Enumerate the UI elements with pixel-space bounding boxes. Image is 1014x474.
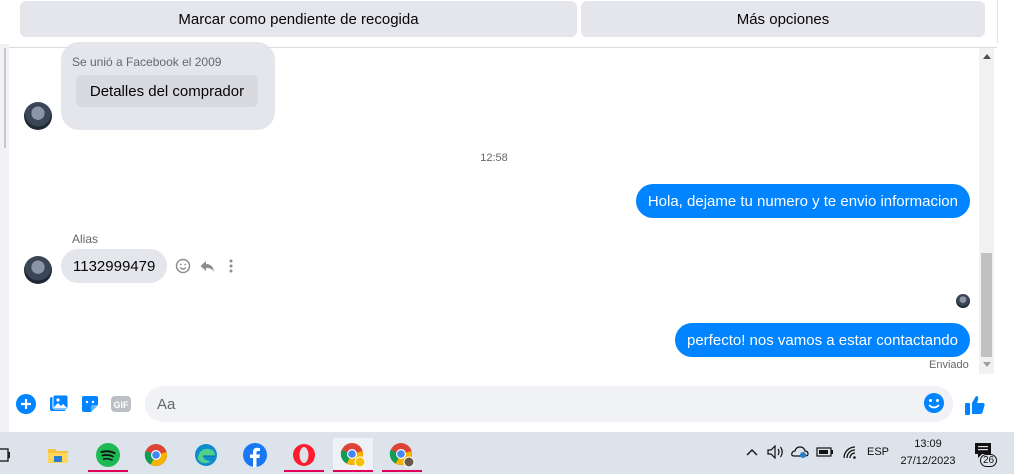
scroll-up-arrow[interactable] [983,54,991,59]
add-plus-icon[interactable] [15,393,37,415]
buyer-info-card: Se unió a Facebook el 2009 Detalles del … [61,42,275,130]
more-actions-icon[interactable] [223,258,239,274]
joined-facebook-text: Se unió a Facebook el 2009 [72,55,222,69]
message-input[interactable] [145,386,953,422]
chrome-icon[interactable] [136,438,176,472]
message-composer: GIF [9,380,997,428]
running-indicator [284,470,324,472]
spotify-icon[interactable] [88,438,128,472]
opera-icon[interactable] [284,438,324,472]
gif-icon[interactable]: GIF [110,393,132,415]
facebook-icon[interactable] [235,438,275,472]
show-hidden-icons-chevron-icon[interactable] [744,442,760,462]
clock-date: 27/12/2023 [900,455,956,467]
sender-name: Alias [72,232,99,246]
notification-center-icon[interactable]: 26 [970,442,1000,467]
messenger-window: Marcar como pendiente de recogida Más op… [0,0,1014,474]
react-icon[interactable] [175,258,191,274]
volume-icon[interactable] [766,442,786,462]
task-view-icon[interactable] [0,438,18,472]
emoji-icon[interactable] [923,392,945,414]
conversation-scrollbar[interactable] [979,48,994,374]
message-status: Enviado [929,359,969,371]
running-indicator [333,470,373,472]
like-thumb-icon[interactable] [962,392,988,418]
buyer-avatar[interactable] [24,102,52,130]
buyer-avatar[interactable] [24,256,52,284]
chrome-profile-icon[interactable] [382,438,422,472]
running-indicator [88,470,128,472]
outgoing-message[interactable]: perfecto! nos vamos a estar contactando [675,323,970,357]
system-clock[interactable]: 13:09 27/12/2023 [894,436,962,470]
chrome-profile-icon[interactable] [333,438,373,472]
scrollbar-thumb[interactable] [981,253,992,357]
clock-time: 13:09 [914,438,942,450]
outgoing-message[interactable]: Hola, dejame tu numero y te envio inform… [635,184,970,218]
conversation-area: Se unió a Facebook el 2009 Detalles del … [9,42,997,380]
running-indicator [382,470,422,472]
language-indicator[interactable]: ESP [864,442,892,462]
scroll-down-arrow[interactable] [983,362,991,367]
buyer-details-button[interactable]: Detalles del comprador [76,75,258,107]
left-edge [0,0,9,432]
edge-icon[interactable] [186,438,226,472]
notification-count-badge: 26 [980,454,998,467]
read-receipt-avatar [956,294,970,308]
message-timestamp: 12:58 [480,152,508,164]
reply-icon[interactable] [199,258,215,274]
message-actions [175,258,239,274]
sticker-icon[interactable] [79,393,101,415]
wifi-icon[interactable] [840,442,860,462]
battery-icon[interactable] [815,442,835,462]
more-options-button[interactable]: Más opciones [581,1,985,37]
windows-taskbar: ESP 13:09 27/12/2023 26 [0,432,1014,474]
incoming-message[interactable]: 1132999479 [61,249,168,283]
svg-text:GIF: GIF [114,400,130,410]
window-edge [997,0,1014,44]
onedrive-sync-icon[interactable] [790,442,810,462]
mark-pending-pickup-button[interactable]: Marcar como pendiente de recogida [20,1,577,37]
file-explorer-icon[interactable] [38,438,78,472]
photo-icon[interactable] [48,393,70,415]
action-bar: Marcar como pendiente de recogida Más op… [0,0,1014,44]
